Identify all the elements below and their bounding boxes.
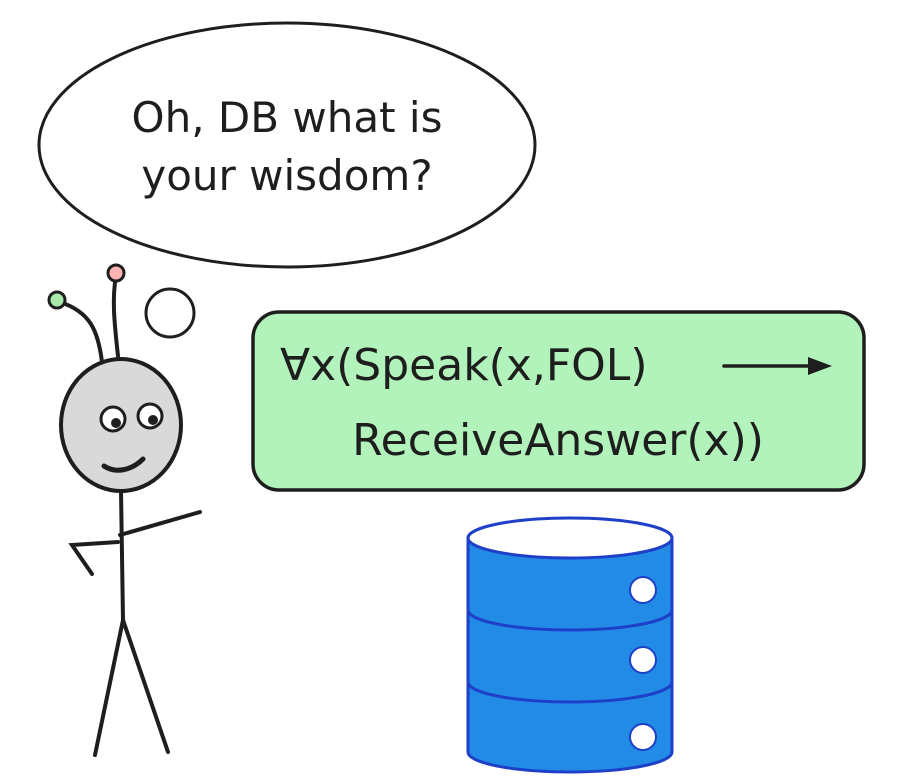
speech-bubble: Oh, DB what is your wisdom? xyxy=(37,21,537,269)
scene-canvas: Oh, DB what is your wisdom? ∀x(Speak(x,F… xyxy=(37,21,866,774)
database-indicator-2 xyxy=(629,646,657,674)
formula-line-2: ReceiveAnswer(x)) xyxy=(352,415,764,466)
left-antenna xyxy=(58,300,104,364)
left-leg xyxy=(93,618,125,757)
thought-circle xyxy=(144,287,196,339)
formula-line-1: ∀x(Speak(x,FOL) xyxy=(280,340,648,391)
database-indicator-1 xyxy=(629,576,657,604)
database-icon xyxy=(466,516,674,774)
left-antenna-tip xyxy=(47,290,67,310)
formula-box: ∀x(Speak(x,FOL) ReceiveAnswer(x)) xyxy=(251,310,866,492)
alien-stick-figure-icon xyxy=(47,263,202,757)
right-arm xyxy=(118,510,202,537)
right-leg xyxy=(121,618,170,754)
database-top xyxy=(466,516,674,560)
right-antenna-tip xyxy=(106,263,126,283)
alien-body xyxy=(119,489,125,622)
right-antenna xyxy=(111,274,120,358)
database-indicator-3 xyxy=(629,723,657,751)
speech-line-1: Oh, DB what is xyxy=(132,93,443,142)
speech-line-2: your wisdom? xyxy=(141,151,432,200)
left-arm xyxy=(68,540,120,576)
